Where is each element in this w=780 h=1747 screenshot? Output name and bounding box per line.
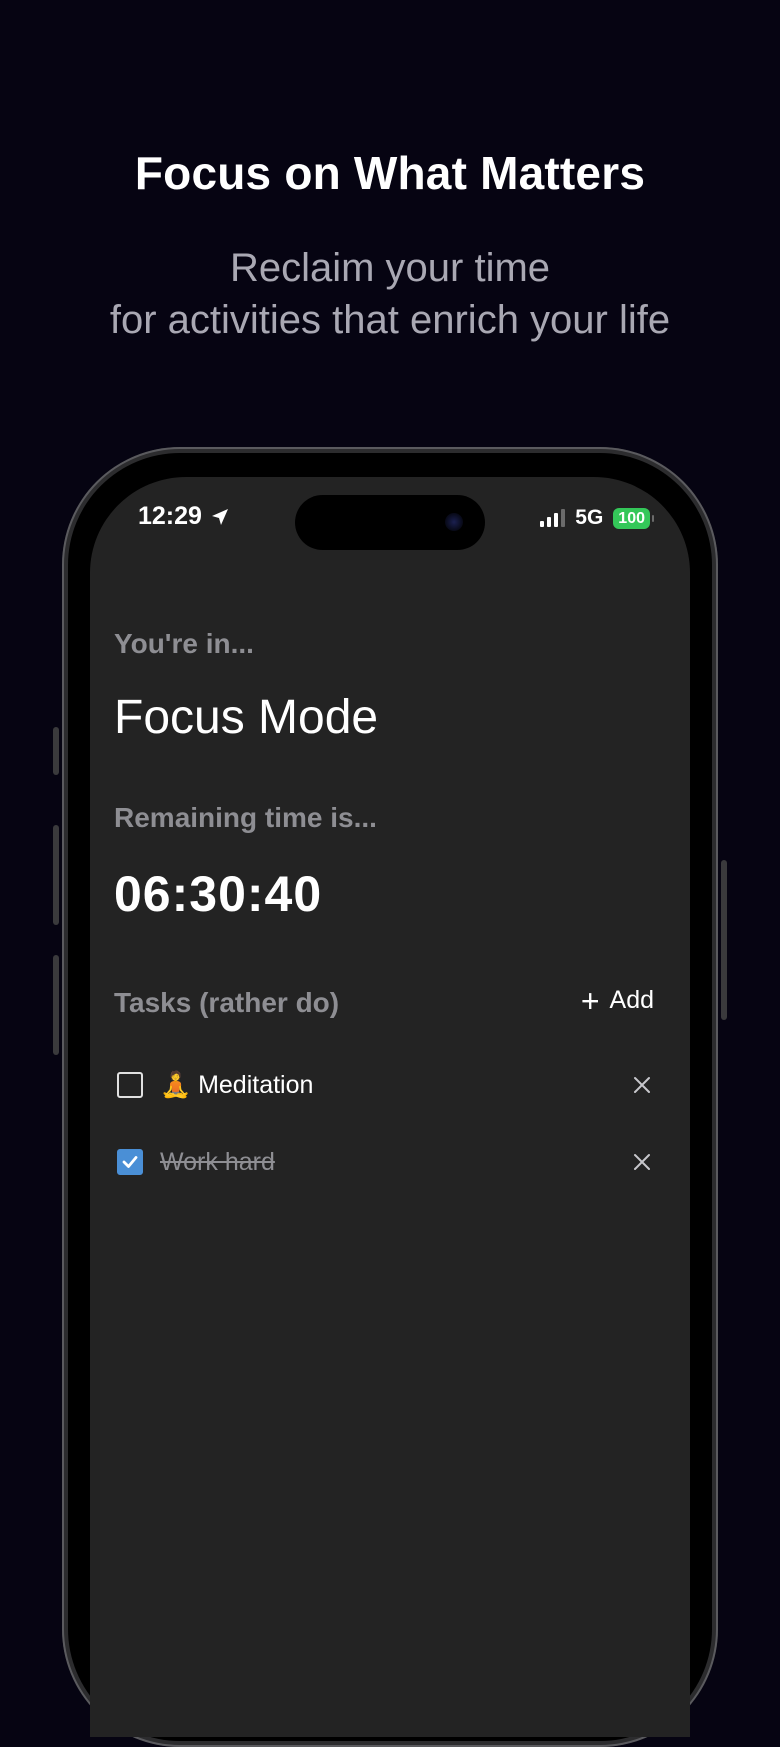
close-icon — [634, 1077, 650, 1093]
add-task-label: Add — [609, 986, 654, 1014]
remove-task-button[interactable] — [630, 1073, 654, 1097]
task-text: Work hard — [160, 1147, 275, 1176]
phone-volume-down-button — [53, 955, 59, 1055]
task-checkbox[interactable] — [117, 1072, 143, 1098]
phone-volume-up-button — [53, 825, 59, 925]
promo-subtitle-line-2: for activities that enrich your life — [109, 298, 671, 342]
battery-icon: 100 — [613, 507, 654, 529]
plus-icon: + — [580, 982, 600, 1019]
close-icon — [634, 1154, 650, 1170]
mode-label: You're in... — [114, 628, 254, 659]
promo-subtitle: Reclaim your time for activities that en… — [0, 242, 780, 346]
add-task-button[interactable]: + Add — [580, 982, 654, 1019]
task-checkbox[interactable] — [117, 1149, 143, 1175]
remove-task-button[interactable] — [630, 1150, 654, 1174]
status-bar-time: 12:29 — [138, 502, 230, 531]
remaining-time-label: Remaining time is... — [114, 802, 377, 833]
location-arrow-icon — [211, 508, 228, 525]
checkmark-icon — [122, 1156, 138, 1168]
remaining-time-value: 06:30:40 — [114, 866, 323, 922]
status-bar-indicators: 5G 100 — [540, 506, 654, 530]
task-text: 🧘 Meditation — [160, 1070, 314, 1099]
phone-screen — [90, 477, 690, 1737]
front-camera-icon — [445, 513, 463, 531]
dynamic-island — [295, 495, 485, 550]
phone-action-button — [53, 727, 59, 775]
promo-subtitle-line-1: Reclaim your time — [229, 246, 551, 290]
status-time-text: 12:29 — [138, 502, 202, 530]
network-type: 5G — [575, 506, 604, 529]
tasks-section-label: Tasks (rather do) — [114, 987, 340, 1018]
phone-power-button — [721, 860, 727, 1020]
task-item: 🧘 Meditation — [117, 1065, 654, 1105]
mode-name: Focus Mode — [114, 691, 379, 744]
cellular-signal-icon — [540, 509, 566, 527]
promo-title: Focus on What Matters — [134, 147, 646, 199]
task-item: Work hard — [117, 1142, 654, 1182]
